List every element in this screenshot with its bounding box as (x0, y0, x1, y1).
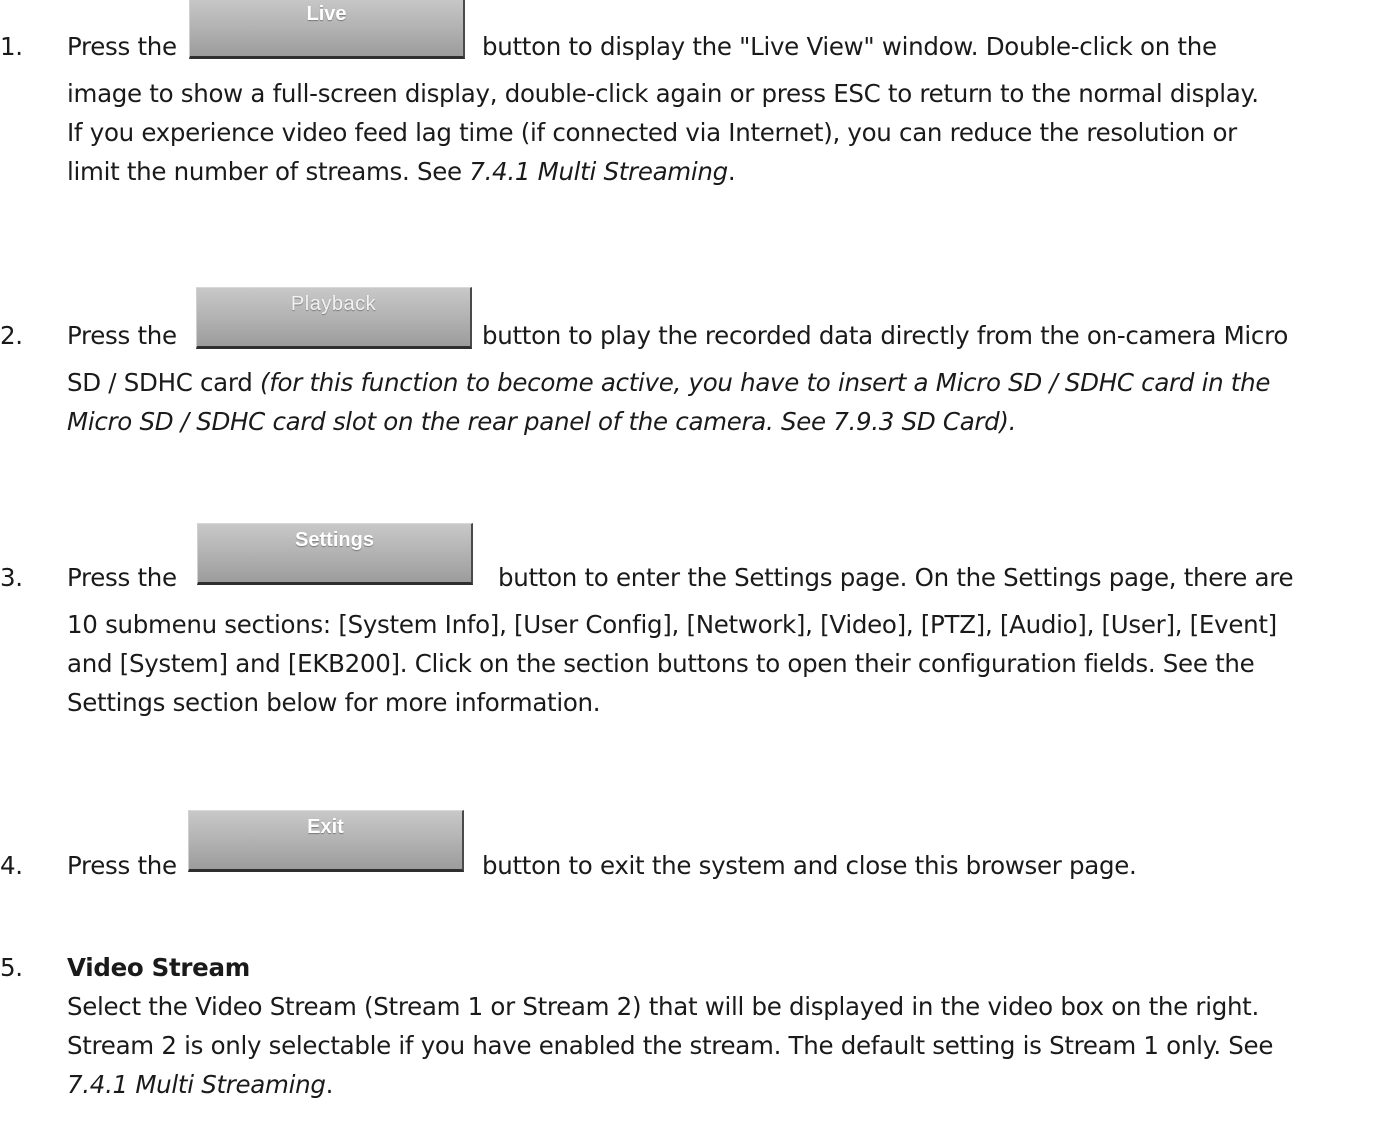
cross-reference-link: 7.4.1 Multi Streaming (67, 1070, 326, 1099)
text-italic: (for this function to become active, you… (259, 368, 1271, 397)
item-text: button to enter the Settings page. On th… (498, 563, 1294, 592)
cross-reference-link: 7.4.1 Multi Streaming (469, 157, 728, 186)
item-text: button to display the "Live View" window… (482, 32, 1217, 61)
item-text-prefix: Press the (67, 851, 177, 880)
settings-button[interactable]: Settings (197, 523, 473, 585)
item-text: Select the Video Stream (Stream 1 or Str… (67, 992, 1259, 1021)
item-text: limit the number of streams. See 7.4.1 M… (67, 155, 736, 189)
item-text: 7.4.1 Multi Streaming. (67, 1068, 333, 1102)
exit-button[interactable]: Exit (188, 810, 464, 872)
item-text: If you experience video feed lag time (i… (67, 118, 1237, 147)
item-text-prefix: Press the (67, 321, 177, 350)
item-text: button to exit the system and close this… (482, 851, 1137, 880)
item-text: and [System] and [EKB200]. Click on the … (67, 649, 1255, 678)
item-text-prefix: Press the (67, 563, 177, 592)
text-plain: limit the number of streams. See (67, 157, 470, 186)
item-number: 5. (0, 953, 23, 982)
item-text: 10 submenu sections: [System Info], [Use… (67, 610, 1277, 639)
section-heading: Video Stream (67, 953, 250, 982)
item-text: SD / SDHC card (for this function to bec… (67, 366, 1270, 400)
item-text: Stream 2 is only selectable if you have … (67, 1031, 1274, 1060)
item-number: 2. (0, 321, 23, 350)
item-text: Settings section below for more informat… (67, 688, 601, 717)
text-plain: SD / SDHC card (67, 368, 260, 397)
playback-button[interactable]: Playback (196, 287, 472, 349)
item-text-prefix: Press the (67, 32, 177, 61)
item-number: 1. (0, 32, 23, 61)
item-text: Micro SD / SDHC card slot on the rear pa… (67, 407, 1017, 436)
text-plain: . (727, 157, 736, 186)
item-text: image to show a full-screen display, dou… (67, 79, 1259, 108)
live-button[interactable]: Live (189, 0, 465, 59)
text-plain: . (325, 1070, 334, 1099)
item-number: 4. (0, 851, 23, 880)
item-text: button to play the recorded data directl… (482, 321, 1289, 350)
item-number: 3. (0, 563, 23, 592)
